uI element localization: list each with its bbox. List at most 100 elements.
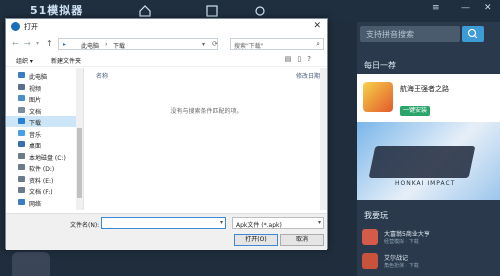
nav-item-label: 桌面 — [29, 143, 42, 150]
refresh-icon[interactable]: ⟳ — [212, 40, 218, 48]
avatar[interactable] — [12, 252, 50, 276]
close-icon[interactable]: ✕ — [313, 21, 321, 31]
address-bar[interactable]: ▸ 此电脑 › 下载 ▾ — [58, 38, 218, 50]
app-logo: 51模拟器 — [30, 4, 84, 17]
dialog-titlebar: 打开 ✕ — [6, 19, 327, 35]
drive-icon — [18, 164, 25, 170]
drive-icon — [18, 187, 25, 193]
open-button[interactable]: 打开(O) — [234, 234, 278, 246]
nav-item-label: 下载 — [29, 120, 42, 127]
app-search-button[interactable] — [462, 26, 484, 42]
play-item[interactable]: 艾尔战记 角色扮演 · 下载 — [360, 252, 500, 272]
filename-input[interactable]: ▾ — [101, 217, 226, 229]
breadcrumb-root[interactable]: 此电脑 — [81, 41, 99, 50]
close-window-icon[interactable]: ✕ — [484, 3, 492, 13]
recent-dropdown-icon[interactable]: ▾ — [36, 40, 39, 47]
view-icon[interactable]: ▤ — [285, 55, 298, 63]
nav-item[interactable]: 视频 — [6, 82, 76, 93]
nav-item[interactable]: 软件 (D:) — [6, 162, 76, 173]
open-file-dialog: 打开 ✕ ← → ▾ ↑ ▸ 此电脑 › 下载 ▾ ⟳ 搜索"下载" ⌕ 组织 … — [5, 18, 328, 250]
banner-art — [368, 146, 476, 178]
nav-item[interactable]: 桌面 — [6, 139, 76, 150]
address-folder-icon: ▸ — [63, 41, 67, 48]
command-bar: 组织 ▾ 新建文件夹 ▤▯? — [6, 53, 327, 67]
play-item[interactable]: 大富翁5商业大亨 经营模拟 · 下载 — [360, 228, 500, 248]
file-type-value: Apk文件 (*.apk) — [236, 222, 282, 229]
chevron-down-icon[interactable]: ▾ — [220, 219, 223, 226]
nav-item-label: 音乐 — [29, 131, 42, 139]
chevron-down-icon[interactable]: ▾ — [318, 219, 321, 226]
search-icon — [467, 28, 478, 39]
nav-item[interactable]: 下载 — [6, 116, 76, 127]
cancel-button[interactable]: 取消 — [280, 234, 324, 246]
document-icon — [18, 106, 25, 113]
dialog-title: 打开 — [24, 23, 38, 31]
nav-item[interactable]: 网络 — [6, 197, 76, 208]
play-item-sub: 经营模拟 · 下载 — [384, 239, 419, 245]
apps-icon[interactable] — [205, 4, 219, 18]
network-icon — [18, 198, 25, 205]
nav-item[interactable]: 图片 — [6, 93, 76, 104]
nav-item[interactable]: 此电脑 — [6, 70, 76, 81]
file-list: 名称 修改日期 没有与搜索条件匹配的项。 — [86, 68, 327, 210]
nav-item-label: 文档 — [29, 108, 42, 116]
file-type-select[interactable]: Apk文件 (*.apk) ▾ — [232, 217, 324, 229]
help-icon[interactable]: ? — [307, 55, 317, 63]
install-button[interactable]: 一键安装 — [400, 106, 430, 116]
app-search-input[interactable]: 支持拼音搜索 — [360, 26, 460, 42]
search-placeholder: 搜索"下载" — [234, 43, 264, 50]
computer-icon — [18, 72, 25, 78]
breadcrumb-current[interactable]: 下载 — [113, 41, 125, 50]
game-icon — [362, 229, 378, 245]
music-icon — [18, 129, 25, 136]
column-name-header[interactable]: 名称 — [96, 71, 108, 80]
play-item-sub: 角色扮演 · 下载 — [384, 263, 419, 269]
nav-item-label: 视频 — [29, 85, 42, 93]
dialog-app-icon — [11, 22, 20, 31]
tools-icon[interactable] — [253, 4, 267, 18]
nav-scrollbar[interactable] — [76, 68, 83, 210]
search-input[interactable]: 搜索"下载" ⌕ — [230, 38, 324, 50]
organize-button[interactable]: 组织 ▾ — [16, 56, 33, 65]
play-item-name: 大富翁5商业大亨 — [384, 231, 430, 238]
empty-message: 没有与搜索条件匹配的项。 — [170, 108, 243, 115]
address-dropdown-icon[interactable]: ▾ — [202, 41, 205, 48]
home-icon[interactable] — [138, 4, 152, 18]
minimize-icon[interactable]: — — [461, 3, 470, 13]
file-list-scrollbar[interactable] — [320, 68, 327, 210]
column-date-header[interactable]: 修改日期 — [296, 71, 320, 80]
nav-item[interactable]: 本地磁盘 (C:) — [6, 151, 76, 162]
filename-label: 文件名(N): — [70, 222, 100, 229]
play-item-name: 艾尔战记 — [384, 255, 409, 262]
breadcrumb-separator: › — [105, 41, 108, 48]
navigation-pane: 此电脑视频图片文档下载音乐桌面本地磁盘 (C:) 软件 (D:) 资料 (E:) 文档… — [6, 68, 84, 210]
download-icon — [18, 118, 25, 124]
picture-icon — [18, 95, 25, 101]
play-title: 我要玩 — [364, 211, 388, 220]
new-folder-button[interactable]: 新建文件夹 — [51, 56, 81, 65]
desktop-icon — [18, 141, 25, 147]
dialog-footer: 文件名(N): ▾ Apk文件 (*.apk) ▾ 打开(O) 取消 — [6, 213, 327, 250]
search-icon: ⌕ — [316, 40, 320, 48]
banner-caption: HONKAI IMPACT — [395, 180, 456, 187]
nav-item-label: 此电脑 — [29, 74, 48, 81]
menu-icon[interactable]: ≡ — [432, 3, 440, 13]
up-icon[interactable]: ↑ — [46, 39, 53, 48]
navigation-row: ← → ▾ ↑ ▸ 此电脑 › 下载 ▾ ⟳ 搜索"下载" ⌕ — [6, 36, 327, 52]
forward-icon[interactable]: → — [24, 39, 31, 48]
back-icon[interactable]: ← — [12, 39, 19, 48]
nav-item[interactable]: 文档 (F:) — [6, 185, 76, 196]
preview-pane-icon[interactable]: ▯ — [297, 55, 307, 63]
nav-item[interactable]: 文档 — [6, 105, 76, 116]
nav-item-label: 图片 — [29, 97, 42, 104]
nav-item-label: 本地磁盘 (C:) — [29, 154, 66, 162]
featured-game-icon[interactable] — [363, 82, 393, 112]
nav-scroll-thumb[interactable] — [77, 128, 82, 198]
video-icon — [18, 83, 25, 90]
daily-title: 每日一荐 — [364, 61, 396, 70]
nav-item-label: 软件 (D:) — [29, 166, 55, 173]
nav-item-label: 文档 (F:) — [29, 189, 53, 196]
nav-item[interactable]: 资料 (E:) — [6, 174, 76, 185]
view-options[interactable]: ▤▯? — [285, 55, 317, 63]
nav-item[interactable]: 音乐 — [6, 128, 76, 139]
